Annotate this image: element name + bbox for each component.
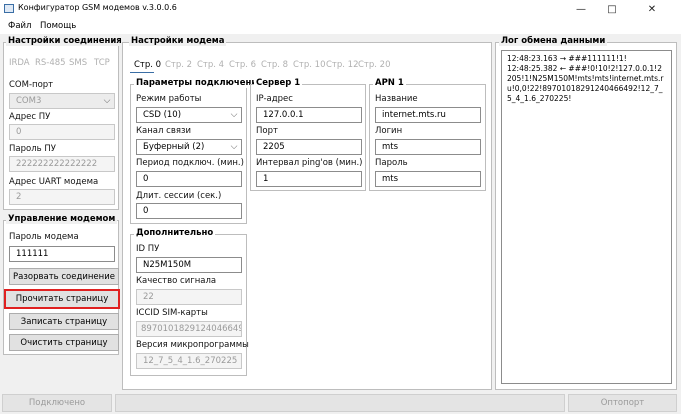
meter-password-field[interactable]: 222222222222222: [9, 156, 115, 172]
signal-quality-label: Качество сигнала: [136, 276, 217, 286]
tab-page-20[interactable]: Стр. 20: [358, 60, 391, 70]
ping-interval-label: Интервал ping'ов (мин.): [256, 158, 363, 168]
tab-irda[interactable]: IRDA: [9, 58, 30, 68]
log-title: Лог обмена данными: [499, 36, 608, 46]
port-label: Порт: [256, 126, 278, 136]
firmware-version-field: 12_7_5_4_1.6_270225: [136, 353, 242, 369]
ip-address-label: IP-адрес: [256, 94, 293, 104]
apn-name-field[interactable]: internet.mts.ru: [375, 107, 481, 123]
chevron-down-icon: ⌵: [103, 96, 111, 106]
status-progress-bar: [115, 394, 565, 412]
work-mode-label: Режим работы: [136, 94, 202, 104]
active-tab-underline: [130, 72, 154, 73]
chevron-down-icon: ⌵: [230, 110, 238, 120]
connection-status-button[interactable]: Подключено: [2, 394, 112, 412]
connect-period-label: Период подключ. (мин.): [136, 158, 244, 168]
channel-label: Канал связи: [136, 126, 191, 136]
tab-sms[interactable]: SMS: [69, 58, 87, 68]
window-title: Конфигуратор GSM модемов v.3.0.0.6: [18, 3, 177, 12]
meter-address-label: Адрес ПУ: [9, 112, 51, 122]
apn-login-label: Логин: [375, 126, 403, 136]
menu-file[interactable]: Файл: [8, 21, 31, 31]
session-duration-field[interactable]: 0: [136, 203, 242, 219]
connect-period-field[interactable]: 0: [136, 171, 242, 187]
tab-rs485[interactable]: RS-485: [35, 58, 66, 68]
meter-password-label: Пароль ПУ: [9, 144, 56, 154]
tab-page-2[interactable]: Стр. 2: [165, 60, 192, 70]
meter-id-field[interactable]: N25M150M: [136, 257, 242, 273]
apn1-title: APN 1: [373, 78, 406, 88]
apn-password-field[interactable]: mts: [375, 171, 481, 187]
disconnect-button[interactable]: Разорвать соединение: [9, 268, 119, 285]
uart-address-label: Адрес UART модема: [9, 177, 99, 187]
minimize-icon[interactable]: —: [567, 0, 595, 18]
modem-settings-title: Настройки модема: [129, 36, 227, 46]
tab-page-6[interactable]: Стр. 6: [229, 60, 256, 70]
log-textarea[interactable]: 12:48:23.163 → ###111111!1! 12:48:25.382…: [501, 50, 672, 384]
com-port-select[interactable]: COM3 ⌵: [9, 93, 115, 109]
com-port-label: COM-порт: [9, 80, 54, 90]
server1-title: Сервер 1: [254, 78, 303, 88]
iccid-field: 89701018291240466492: [136, 321, 242, 337]
iccid-label: ICCID SIM-карты: [136, 308, 208, 318]
interface-status-button[interactable]: Оптопорт: [568, 394, 677, 412]
work-mode-value: CSD (10): [143, 110, 182, 120]
session-duration-label: Длит. сессии (сек.): [136, 191, 222, 201]
tab-tcp[interactable]: TCP: [94, 58, 110, 68]
tab-page-12[interactable]: Стр. 12: [326, 60, 359, 70]
ping-interval-field[interactable]: 1: [256, 171, 362, 187]
connection-params-title: Параметры подключения: [134, 78, 265, 88]
channel-value: Буферный (2): [143, 142, 205, 152]
meter-address-field[interactable]: 0: [9, 124, 115, 140]
clear-page-button[interactable]: Очистить страницу: [9, 334, 119, 351]
work-mode-select[interactable]: CSD (10) ⌵: [136, 107, 242, 123]
modem-password-field[interactable]: 111111: [9, 246, 115, 262]
additional-title: Дополнительно: [134, 228, 216, 238]
meter-id-label: ID ПУ: [136, 244, 160, 254]
chevron-down-icon: ⌵: [230, 142, 238, 152]
apn-password-label: Пароль: [375, 158, 408, 168]
port-field[interactable]: 2205: [256, 139, 362, 155]
read-page-button[interactable]: Прочитать страницу: [4, 289, 120, 309]
maximize-icon[interactable]: □: [598, 0, 626, 18]
firmware-version-label: Версия микропрограммы: [136, 340, 249, 350]
close-icon[interactable]: ✕: [638, 0, 666, 18]
tab-page-8[interactable]: Стр. 8: [261, 60, 288, 70]
tab-page-0[interactable]: Стр. 0: [134, 60, 161, 70]
ip-address-field[interactable]: 127.0.0.1: [256, 107, 362, 123]
modem-password-label: Пароль модема: [9, 232, 79, 242]
signal-quality-field: 22: [136, 289, 242, 305]
tab-page-10[interactable]: Стр. 10: [293, 60, 326, 70]
apn-login-field[interactable]: mts: [375, 139, 481, 155]
write-page-button[interactable]: Записать страницу: [9, 313, 119, 330]
menu-bar: [0, 18, 681, 34]
menu-help[interactable]: Помощь: [40, 21, 76, 31]
tab-page-4[interactable]: Стр. 4: [197, 60, 224, 70]
connection-settings-title: Настройки соединения: [6, 36, 124, 46]
channel-select[interactable]: Буферный (2) ⌵: [136, 139, 242, 155]
com-port-value: COM3: [16, 96, 42, 106]
uart-address-field[interactable]: 2: [9, 189, 115, 205]
app-icon: [4, 4, 14, 13]
modem-control-title: Управление модемом: [6, 214, 118, 224]
apn-name-label: Название: [375, 94, 418, 104]
